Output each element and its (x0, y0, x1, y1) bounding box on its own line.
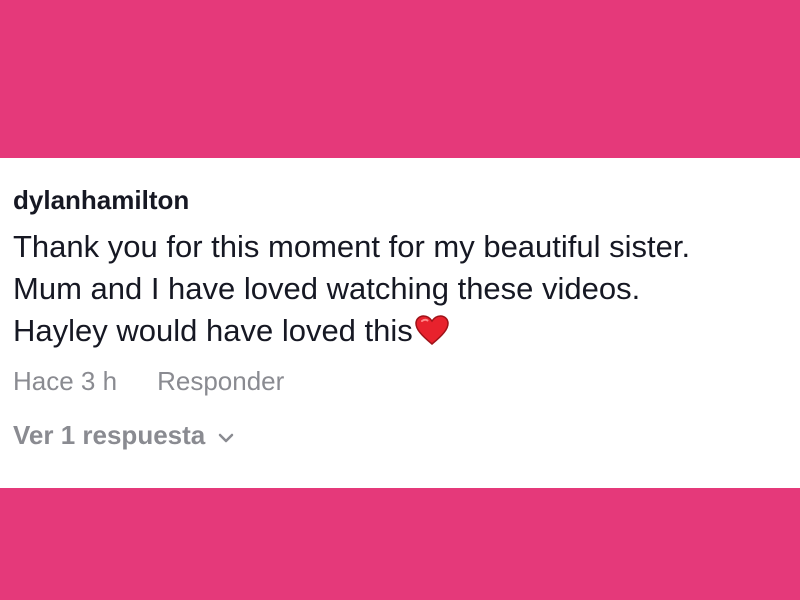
comment-username[interactable]: dylanhamilton (13, 185, 189, 215)
view-replies-label: Ver 1 respuesta (13, 420, 206, 450)
comment-text: Thank you for this moment for my beautif… (13, 226, 793, 356)
reply-button[interactable]: Responder (157, 366, 284, 396)
chevron-down-icon (217, 420, 235, 450)
view-replies-button[interactable]: Ver 1 respuesta (13, 420, 235, 450)
comment-text-line-3: Hayley would have loved this (13, 310, 793, 356)
comment-text-line-1: Thank you for this moment for my beautif… (13, 229, 691, 264)
comment-text-line-2: Mum and I have loved watching these vide… (13, 271, 641, 306)
comment-timestamp: Hace 3 h (13, 366, 118, 396)
comment-meta-row: Hace 3 h Responder (13, 366, 284, 396)
red-heart-icon (415, 314, 449, 356)
comment-text-line-3-text: Hayley would have loved this (13, 313, 413, 348)
